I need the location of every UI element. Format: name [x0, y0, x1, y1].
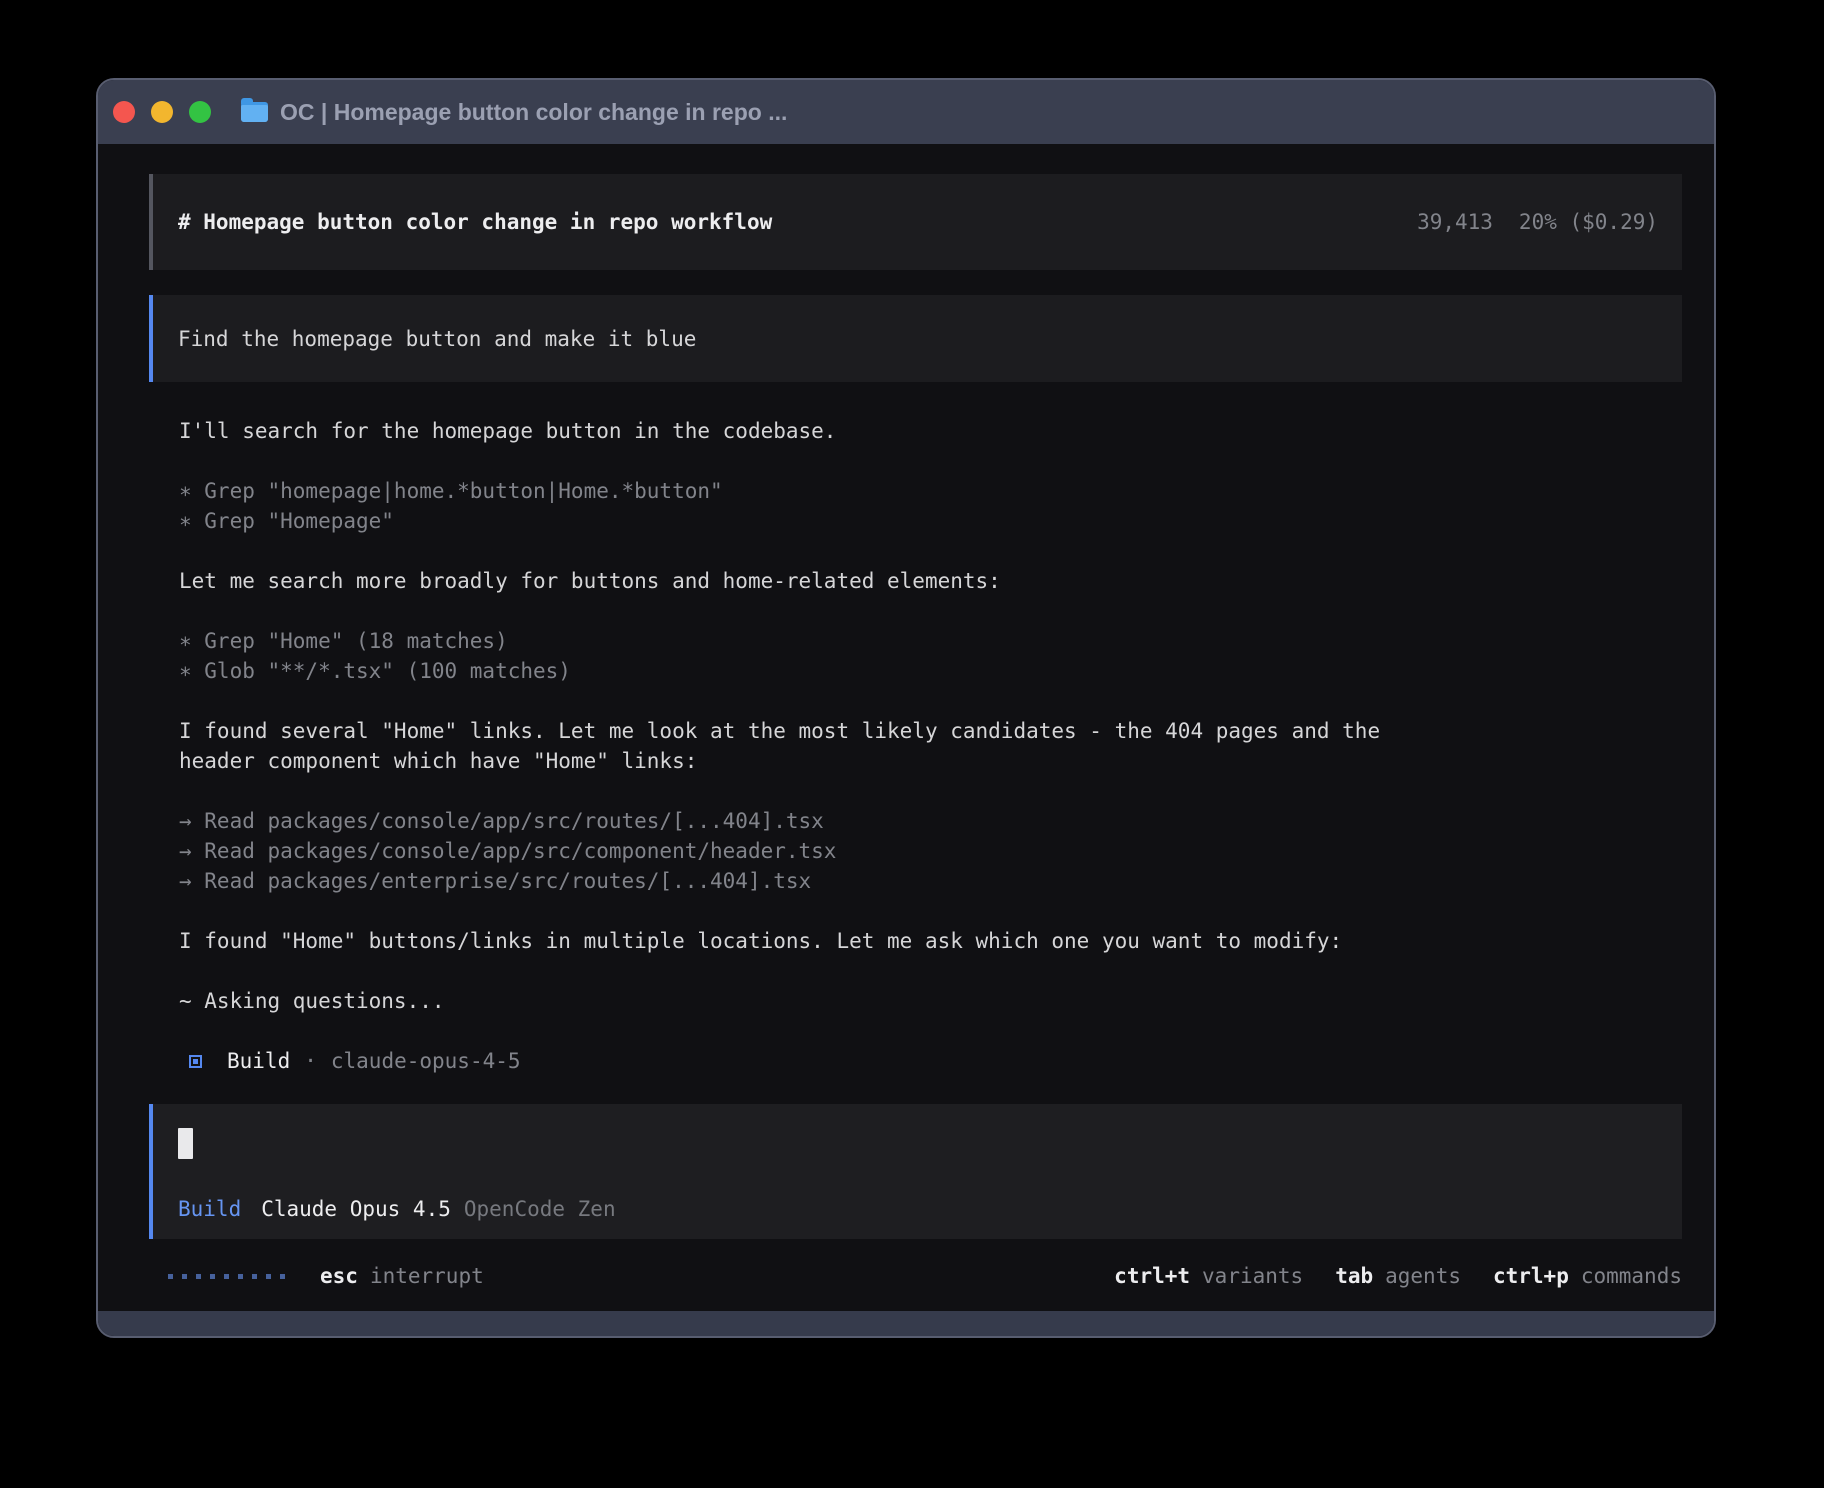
assistant-text-block: I found "Home" buttons/links in multiple… [179, 926, 1682, 956]
message-line: → Read packages/enterprise/src/routes/[.… [179, 866, 1682, 896]
message-line: ~ Asking questions... [179, 986, 1682, 1016]
traffic-lights [113, 101, 211, 123]
conversation: I'll search for the homepage button in t… [179, 416, 1682, 1046]
message-line: → Read packages/console/app/src/componen… [179, 836, 1682, 866]
hint-commands: ctrl+p commands [1493, 1264, 1682, 1288]
input-provider-label: OpenCode Zen [464, 1197, 616, 1221]
hint-key: tab [1335, 1264, 1373, 1288]
hint-label: variants [1202, 1264, 1303, 1288]
session-stats: 39,413 20% ($0.29) [1417, 210, 1658, 234]
activity-dot [182, 1274, 187, 1279]
minimize-button[interactable] [151, 101, 173, 123]
hint-label: commands [1581, 1264, 1682, 1288]
hint-key: ctrl+t [1114, 1264, 1190, 1288]
shortcut-hints: ctrl+t variants tab agents ctrl+p commands [1114, 1264, 1682, 1288]
text-cursor [178, 1128, 193, 1159]
message-line: ∗ Grep "Homepage" [179, 506, 1682, 536]
agent-square-icon [189, 1055, 202, 1068]
tool-call-block: → Read packages/console/app/src/routes/[… [179, 806, 1682, 896]
hint-agents: tab agents [1335, 1264, 1461, 1288]
input-agent-label[interactable]: Build [178, 1197, 241, 1221]
hint-key: esc [320, 1264, 358, 1288]
assistant-text-block: Let me search more broadly for buttons a… [179, 566, 1682, 596]
zoom-button[interactable] [189, 101, 211, 123]
window-title: OC | Homepage button color change in rep… [280, 99, 787, 126]
agent-model: claude-opus-4-5 [331, 1049, 521, 1073]
agent-separator: · [304, 1049, 317, 1073]
token-count: 39,413 [1417, 210, 1493, 234]
session-header: # Homepage button color change in repo w… [149, 174, 1682, 270]
user-message: Find the homepage button and make it blu… [149, 295, 1682, 382]
message-line: ∗ Glob "**/*.tsx" (100 matches) [179, 656, 1682, 686]
status-bar: esc interrupt ctrl+tvariantstabagentsctr… [149, 1263, 1682, 1289]
input-model-label: Claude Opus 4.5 [261, 1197, 451, 1221]
activity-dot [210, 1274, 215, 1279]
activity-dot [168, 1274, 173, 1279]
input-meta: Build Claude Opus 4.5 OpenCode Zen [178, 1197, 1656, 1221]
hint-key: ctrl+p [1493, 1264, 1569, 1288]
session-title: # Homepage button color change in repo w… [178, 210, 772, 234]
message-line: I found several "Home" links. Let me loo… [179, 716, 1682, 746]
activity-dot [238, 1274, 243, 1279]
activity-dot [280, 1274, 285, 1279]
message-line: → Read packages/console/app/src/routes/[… [179, 806, 1682, 836]
close-button[interactable] [113, 101, 135, 123]
assistant-text-block: ~ Asking questions... [179, 986, 1682, 1016]
activity-dot [196, 1274, 201, 1279]
tool-call-block: ∗ Grep "Home" (18 matches)∗ Glob "**/*.t… [179, 626, 1682, 686]
hint-variants: ctrl+t variants [1114, 1264, 1303, 1288]
message-line: ∗ Grep "Home" (18 matches) [179, 626, 1682, 656]
agent-status-line: Build · claude-opus-4-5 [179, 1046, 1682, 1076]
message-line: Let me search more broadly for buttons a… [179, 566, 1682, 596]
window-footer-bar [98, 1311, 1714, 1336]
context-cost: 20% ($0.29) [1519, 210, 1658, 234]
tool-call-block: ∗ Grep "homepage|home.*button|Home.*butt… [179, 476, 1682, 536]
prompt-input[interactable]: Build Claude Opus 4.5 OpenCode Zen [149, 1104, 1682, 1239]
activity-dot [224, 1274, 229, 1279]
terminal-content: # Homepage button color change in repo w… [98, 144, 1714, 1311]
activity-dots [168, 1274, 285, 1279]
terminal-window: OC | Homepage button color change in rep… [96, 78, 1716, 1338]
activity-dot [266, 1274, 271, 1279]
assistant-text-block: I'll search for the homepage button in t… [179, 416, 1682, 446]
desktop: OC | Homepage button color change in rep… [0, 0, 1824, 1488]
folder-icon [241, 102, 268, 122]
user-message-text: Find the homepage button and make it blu… [178, 327, 696, 351]
activity-dot [252, 1274, 257, 1279]
assistant-text-block: I found several "Home" links. Let me loo… [179, 716, 1682, 776]
hint-interrupt: esc interrupt [320, 1264, 484, 1288]
hint-label: agents [1385, 1264, 1461, 1288]
message-line: I found "Home" buttons/links in multiple… [179, 926, 1682, 956]
message-line: header component which have "Home" links… [179, 746, 1682, 776]
message-line: ∗ Grep "homepage|home.*button|Home.*butt… [179, 476, 1682, 506]
message-line: I'll search for the homepage button in t… [179, 416, 1682, 446]
hint-label: interrupt [370, 1264, 484, 1288]
agent-name: Build [227, 1049, 290, 1073]
titlebar[interactable]: OC | Homepage button color change in rep… [98, 80, 1714, 144]
